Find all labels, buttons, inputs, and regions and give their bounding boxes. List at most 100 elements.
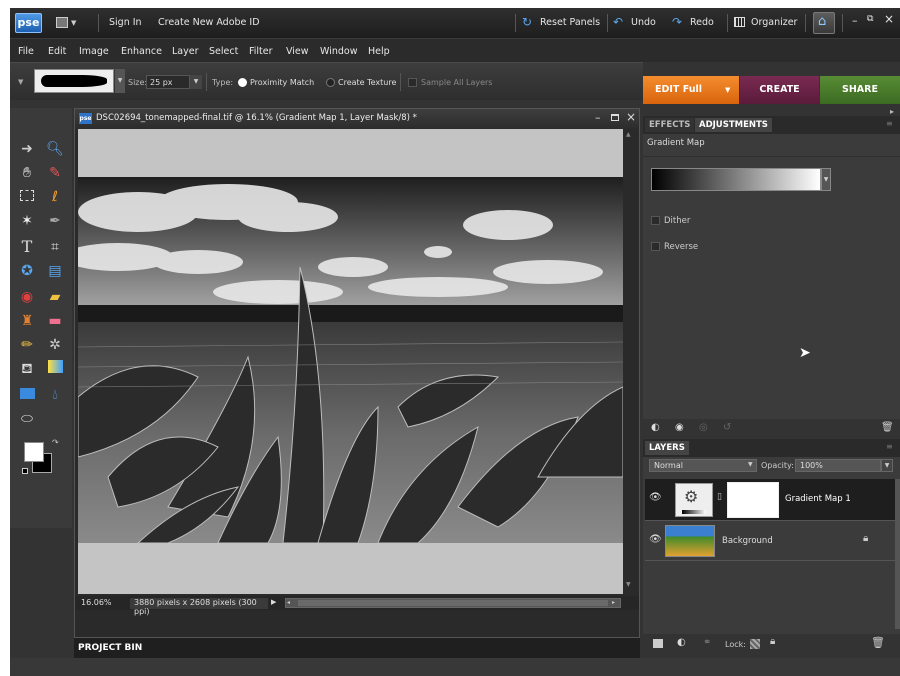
- previous-state-icon[interactable]: ◎: [699, 422, 708, 433]
- scroll-left-arrow[interactable]: ◂: [287, 599, 290, 606]
- default-colors-icon[interactable]: [22, 468, 28, 474]
- lasso-tool-icon[interactable]: ℓ: [44, 186, 66, 208]
- smart-brush-tool-icon[interactable]: ✲: [44, 334, 66, 356]
- sample-all-layers-checkbox[interactable]: [408, 78, 417, 87]
- eye-icon[interactable]: 👁︎: [649, 534, 662, 545]
- cookie-cutter-tool-icon[interactable]: ✪: [16, 260, 38, 282]
- type-tool-icon[interactable]: T: [16, 236, 38, 258]
- menu-edit[interactable]: Edit: [48, 46, 66, 57]
- lock-transparency-icon[interactable]: [750, 639, 760, 649]
- tool-preset-dropdown[interactable]: ▼: [18, 78, 23, 86]
- tab-effects[interactable]: EFFECTS: [645, 118, 695, 132]
- tab-create[interactable]: CREATE: [740, 76, 819, 104]
- reset-adjustment-icon[interactable]: ↺: [723, 422, 731, 433]
- adjustment-layer-icon[interactable]: ◐: [677, 637, 686, 648]
- menu-file[interactable]: File: [18, 46, 34, 57]
- eye-icon[interactable]: 👁︎: [649, 492, 662, 503]
- zoom-level[interactable]: 16.06%: [81, 598, 112, 607]
- redo-button[interactable]: ↷ Redo: [672, 15, 722, 31]
- horizontal-scrollbar[interactable]: ◂ ▸: [285, 598, 621, 608]
- proximity-match-radio[interactable]: [238, 78, 247, 87]
- layer-row-background[interactable]: 👁︎ Background 🔒︎: [645, 521, 895, 561]
- document-minimize-button[interactable]: –: [595, 111, 601, 124]
- gradient-tool-icon[interactable]: [44, 358, 66, 380]
- move-tool-icon[interactable]: ➜: [16, 138, 38, 160]
- crop-tool-icon[interactable]: ⌗: [44, 236, 66, 258]
- menu-view[interactable]: View: [286, 46, 309, 57]
- link-layers-icon[interactable]: ⚭: [703, 637, 711, 648]
- blend-mode-select[interactable]: Normal ▼: [649, 459, 757, 472]
- chain-link-icon[interactable]: ▯: [717, 492, 722, 502]
- document-close-button[interactable]: ×: [626, 110, 636, 124]
- menu-enhance[interactable]: Enhance: [121, 46, 162, 57]
- undo-button[interactable]: ↶ Undo: [613, 15, 663, 31]
- magic-wand-tool-icon[interactable]: ✶: [16, 210, 38, 232]
- photo-canvas[interactable]: [78, 177, 623, 543]
- tab-share[interactable]: SHARE: [820, 76, 900, 104]
- close-button[interactable]: ×: [884, 12, 894, 26]
- horizontal-scroll-thumb[interactable]: [298, 600, 608, 606]
- brush-tool-icon[interactable]: ✏: [16, 334, 38, 356]
- blur-tool-icon[interactable]: 💧︎: [44, 384, 66, 406]
- gradient-dropdown[interactable]: ▼: [821, 168, 831, 191]
- create-adobe-id-link[interactable]: Create New Adobe ID: [158, 17, 260, 28]
- visibility-icon[interactable]: ◉: [675, 422, 684, 433]
- quick-selection-tool-icon[interactable]: ✒: [44, 210, 66, 232]
- eraser-tool-icon[interactable]: ▬: [44, 310, 66, 332]
- eyedropper-tool-icon[interactable]: ✎: [44, 162, 66, 184]
- sign-in-link[interactable]: Sign In: [109, 17, 142, 28]
- menu-window[interactable]: Window: [320, 46, 357, 57]
- menu-image[interactable]: Image: [79, 46, 109, 57]
- healing-brush-tool-icon[interactable]: ▰: [44, 286, 66, 308]
- expand-panels-icon[interactable]: ▸: [890, 107, 894, 116]
- menu-help[interactable]: Help: [368, 46, 390, 57]
- info-menu-arrow[interactable]: ▶: [271, 598, 276, 606]
- canvas-area[interactable]: [78, 129, 623, 594]
- menu-select[interactable]: Select: [209, 46, 238, 57]
- document-title-bar[interactable]: pse DSC02694_tonemapped-final.tif @ 16.1…: [75, 109, 639, 129]
- zoom-tool-icon[interactable]: 🔍︎: [44, 138, 66, 160]
- lock-all-icon[interactable]: 🔒︎: [770, 636, 775, 647]
- scroll-up-arrow[interactable]: ▲: [626, 131, 631, 138]
- panel-menu-icon[interactable]: ≡: [886, 119, 893, 128]
- clip-layer-icon[interactable]: ◐: [651, 422, 660, 433]
- tab-layers[interactable]: LAYERS: [645, 441, 689, 455]
- new-layer-icon[interactable]: [653, 639, 663, 648]
- home-button[interactable]: ⌂: [813, 12, 835, 34]
- paint-bucket-tool-icon[interactable]: ⛾: [16, 358, 38, 380]
- layers-menu-icon[interactable]: ≡: [886, 442, 893, 451]
- size-input[interactable]: 25 px: [146, 75, 190, 89]
- reverse-checkbox[interactable]: [651, 242, 660, 251]
- arrange-menu-button[interactable]: ▼: [56, 17, 78, 29]
- reset-panels-button[interactable]: ↻ Reset Panels: [522, 15, 602, 31]
- scroll-right-arrow[interactable]: ▸: [612, 599, 615, 606]
- swap-colors-icon[interactable]: ↷: [52, 438, 59, 447]
- minimize-button[interactable]: –: [852, 14, 858, 27]
- red-eye-tool-icon[interactable]: ◉: [16, 286, 38, 308]
- straighten-tool-icon[interactable]: ▤: [44, 260, 66, 282]
- scroll-down-arrow[interactable]: ▼: [626, 581, 631, 588]
- sponge-tool-icon[interactable]: ⬭: [16, 408, 38, 430]
- create-texture-radio[interactable]: [326, 78, 335, 87]
- marquee-tool-icon[interactable]: [16, 186, 38, 208]
- trash-icon[interactable]: 🗑︎: [881, 422, 894, 433]
- foreground-color-swatch[interactable]: [24, 442, 44, 462]
- restore-button[interactable]: ⧉: [867, 14, 873, 24]
- opacity-input[interactable]: 100%: [795, 459, 881, 472]
- opacity-dropdown[interactable]: ▼: [881, 459, 893, 472]
- dither-checkbox[interactable]: [651, 216, 660, 225]
- clone-stamp-tool-icon[interactable]: ♜: [16, 310, 38, 332]
- gradient-picker[interactable]: [651, 168, 821, 191]
- brush-dropdown[interactable]: ▼: [115, 69, 125, 93]
- brush-preview[interactable]: [34, 69, 114, 93]
- menu-layer[interactable]: Layer: [172, 46, 199, 57]
- tab-adjustments[interactable]: ADJUSTMENTS: [695, 118, 772, 132]
- document-maximize-button[interactable]: [611, 114, 619, 121]
- tab-edit-full[interactable]: EDIT Full ▼: [643, 76, 739, 104]
- layers-scrollbar[interactable]: [895, 479, 900, 629]
- project-bin-bar[interactable]: PROJECT BIN: [74, 638, 640, 658]
- delete-layer-icon[interactable]: 🗑︎: [871, 636, 885, 649]
- hand-tool-icon[interactable]: ✋︎: [16, 162, 38, 184]
- size-dropdown[interactable]: ▼: [190, 75, 202, 89]
- layer-row-gradient-map[interactable]: 👁︎ ⚙ ▯ Gradient Map 1: [645, 479, 895, 521]
